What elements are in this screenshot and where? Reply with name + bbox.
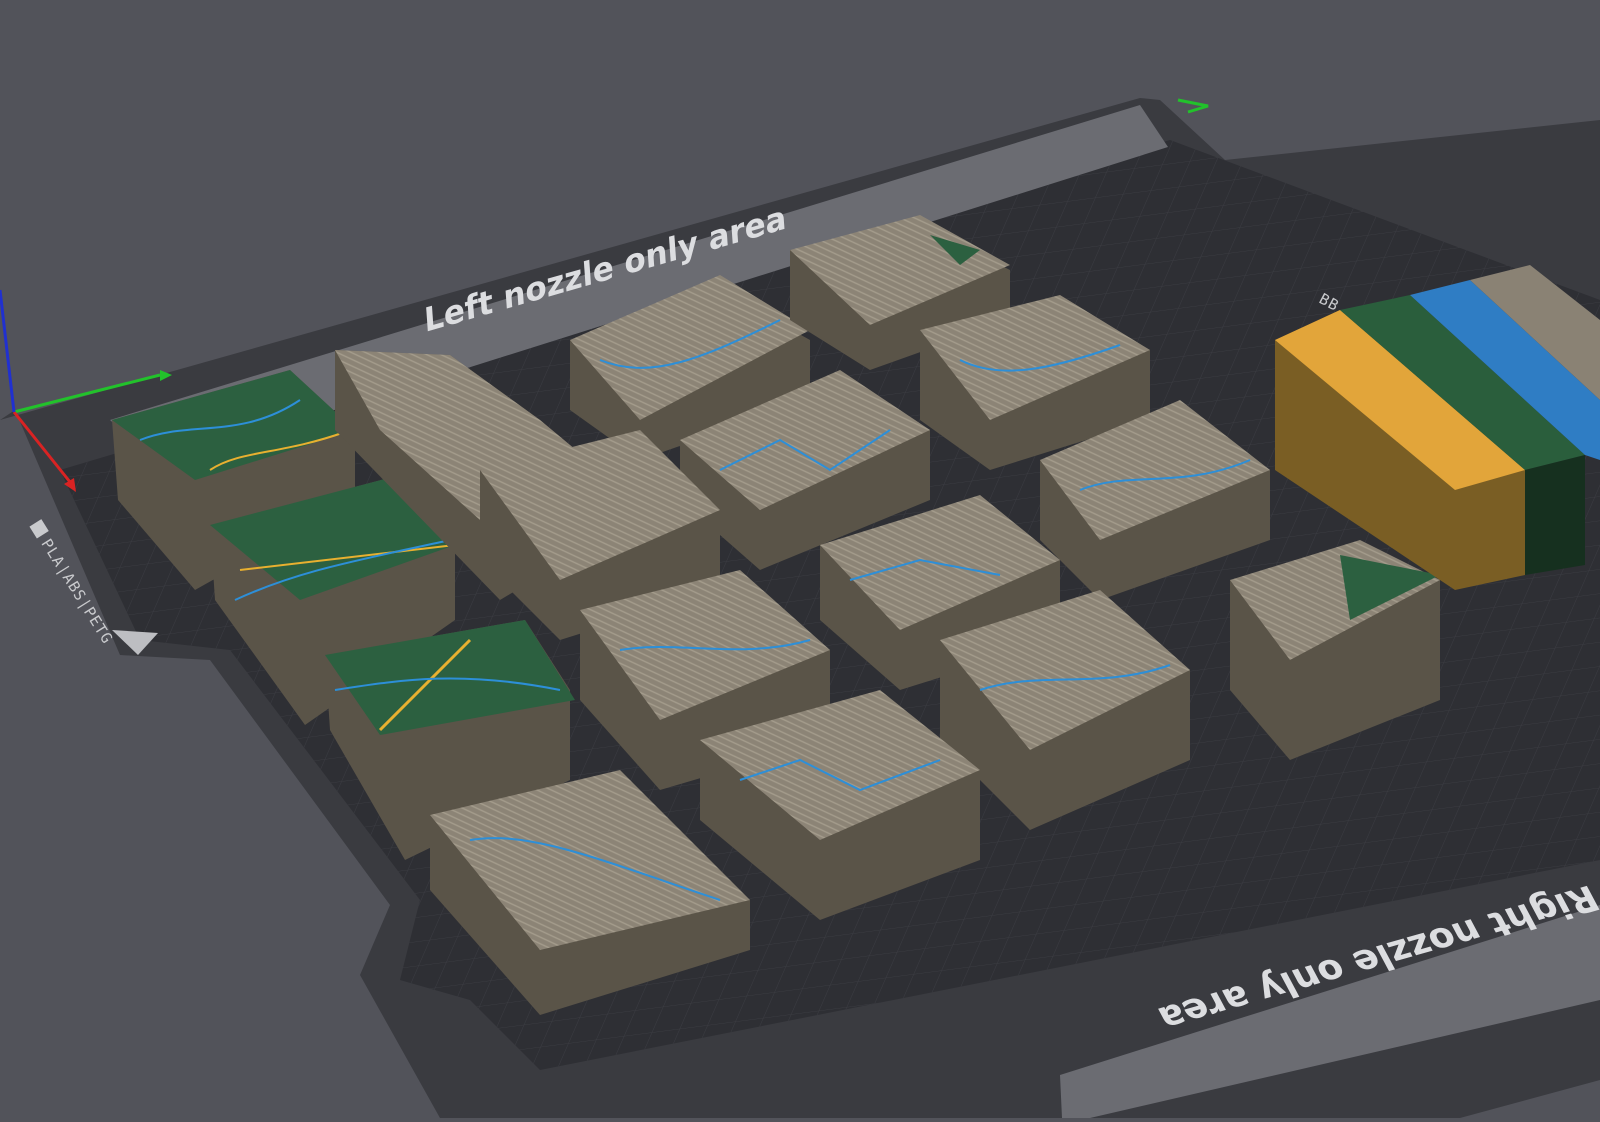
3d-viewport[interactable]: Left nozzle only area Right nozzle only …	[0, 0, 1600, 1118]
bed-corner-marker-icon	[1177, 98, 1209, 114]
build-plate-scene[interactable]: Left nozzle only area Right nozzle only …	[0, 0, 1600, 1118]
